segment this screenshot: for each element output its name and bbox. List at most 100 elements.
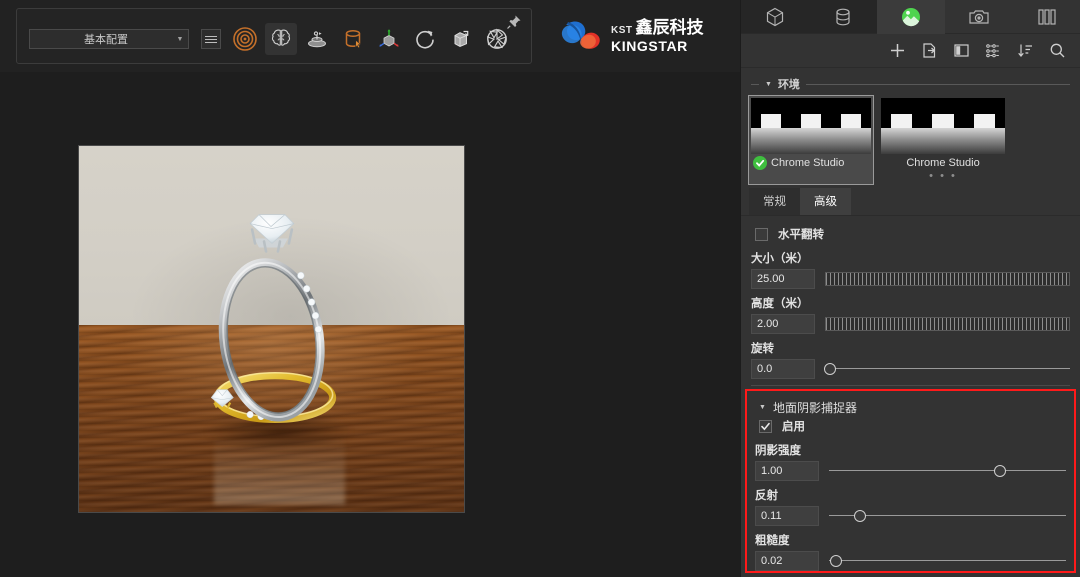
caret-down-icon[interactable]: ▼ <box>759 404 766 411</box>
rotation-input[interactable]: 0.0 <box>751 359 815 379</box>
properties-panel: ▼ 环境 Chrome Studio <box>740 0 1080 577</box>
list-line <box>205 39 217 40</box>
height-tick-slider[interactable] <box>825 317 1070 331</box>
list-line <box>205 36 217 37</box>
shadow-intensity-label: 阴影强度 <box>755 442 1066 458</box>
silver-ring-gem <box>250 215 294 252</box>
check-icon <box>753 156 767 170</box>
grid-list-icon[interactable] <box>984 42 1002 60</box>
roughness-property: 粗糙度 0.02 <box>755 532 1066 571</box>
search-icon[interactable] <box>1048 42 1066 60</box>
brand-chinese: 鑫辰科技 <box>636 20 704 37</box>
size-input[interactable]: 25.00 <box>751 269 815 289</box>
caret-down-icon[interactable]: ▼ <box>765 81 772 88</box>
shadow-intensity-control: 1.00 <box>755 461 1066 481</box>
size-property: 大小（米） 25.00 <box>751 250 1070 289</box>
axis-gizmo-icon[interactable] <box>373 23 405 55</box>
horizontal-flip-row[interactable]: 水平翻转 <box>751 224 1070 250</box>
gold-ring-gem <box>211 390 233 408</box>
refresh-icon[interactable] <box>409 23 441 55</box>
shadow-enable-checkbox[interactable] <box>759 420 772 433</box>
size-tick-slider[interactable] <box>825 272 1070 286</box>
sub-tab-general[interactable]: 常规 <box>749 188 800 215</box>
brand-kst: KST <box>611 26 633 36</box>
slider-track <box>829 470 1066 471</box>
tab-environment[interactable] <box>877 0 945 34</box>
rotation-control: 0.0 <box>751 359 1070 379</box>
tab-camera[interactable] <box>945 0 1013 34</box>
size-label: 大小（米） <box>751 250 1070 266</box>
roughness-slider[interactable] <box>829 554 1066 568</box>
material-cylinder-icon <box>832 6 854 28</box>
shadow-intensity-slider[interactable] <box>829 464 1066 478</box>
slider-knob[interactable] <box>824 363 836 375</box>
add-icon[interactable] <box>888 42 906 60</box>
cube-icon <box>764 6 786 28</box>
main-area: 基本配置 ▼ <box>0 0 740 577</box>
render-viewport[interactable] <box>0 72 740 577</box>
slider-track <box>829 560 1066 561</box>
kingstar-logo-icon <box>560 13 606 59</box>
environment-card-selected[interactable]: Chrome Studio <box>749 96 873 184</box>
brand-text: KST 鑫辰科技 KINGSTAR <box>611 20 704 53</box>
advanced-properties: 水平翻转 大小（米） 25.00 高度（米） 2.00 旋转 0.0 <box>741 216 1080 379</box>
list-icon[interactable] <box>201 29 221 49</box>
lighting-puck-icon[interactable] <box>301 23 333 55</box>
sort-descending-icon[interactable] <box>1016 42 1034 60</box>
brand-logo: KST 鑫辰科技 KINGSTAR <box>560 8 730 64</box>
reflection-input[interactable]: 0.11 <box>755 506 819 526</box>
brand-english: KINGSTAR <box>611 39 704 53</box>
environment-icon <box>900 6 922 28</box>
material-cylinder-icon[interactable] <box>337 23 369 55</box>
pin-icon[interactable] <box>505 13 523 31</box>
split-panel-icon[interactable] <box>952 42 970 60</box>
tab-model[interactable] <box>741 0 809 34</box>
application-window: 基本配置 ▼ <box>0 0 1080 577</box>
rotation-property: 旋转 0.0 <box>751 340 1070 379</box>
preset-select-label: 基本配置 <box>30 31 172 47</box>
shadow-catcher-section: ▼ 地面阴影捕捉器 启用 阴影强度 1.00 <box>747 391 1074 571</box>
shadow-intensity-property: 阴影强度 1.00 <box>755 442 1066 481</box>
overflow-dots[interactable]: • • • <box>881 172 1005 182</box>
export-icon[interactable] <box>920 42 938 60</box>
shadow-intensity-input[interactable]: 1.00 <box>755 461 819 481</box>
rotation-label: 旋转 <box>751 340 1070 356</box>
hdri-lights <box>751 114 871 129</box>
rotation-slider[interactable] <box>825 362 1070 376</box>
height-input[interactable]: 2.00 <box>751 314 815 334</box>
horizontal-flip-checkbox[interactable] <box>755 228 768 241</box>
preset-select[interactable]: 基本配置 ▼ <box>29 29 189 49</box>
environment-thumbnail <box>751 98 871 154</box>
environment-section-title: 环境 <box>778 76 800 92</box>
chevron-down-icon: ▼ <box>172 36 188 43</box>
tab-materials[interactable] <box>809 0 877 34</box>
slider-knob[interactable] <box>994 465 1006 477</box>
shadow-enable-row[interactable]: 启用 <box>755 416 1066 442</box>
environment-card[interactable]: Chrome Studio • • • <box>881 98 1005 182</box>
section-rule <box>806 84 1070 85</box>
target-rings-icon[interactable] <box>229 23 261 55</box>
toolbar-panel: 基本配置 ▼ <box>16 8 532 64</box>
reflection-control: 0.11 <box>755 506 1066 526</box>
hdri-floor <box>751 128 871 154</box>
slider-knob[interactable] <box>854 510 866 522</box>
slider-track <box>825 368 1070 369</box>
environment-section-header: ▼ 环境 <box>741 68 1080 96</box>
height-label: 高度（米） <box>751 295 1070 311</box>
tab-library[interactable] <box>1013 0 1080 34</box>
camera-icon <box>967 6 991 28</box>
sub-tab-advanced[interactable]: 高级 <box>800 188 851 215</box>
slider-knob[interactable] <box>830 555 842 567</box>
brain-icon[interactable] <box>265 23 297 55</box>
reflection-property: 反射 0.11 <box>755 487 1066 526</box>
reflection-slider[interactable] <box>829 509 1066 523</box>
export-cube-icon[interactable] <box>445 23 477 55</box>
roughness-input[interactable]: 0.02 <box>755 551 819 571</box>
roughness-control: 0.02 <box>755 551 1066 571</box>
shadow-enable-label: 启用 <box>782 418 805 434</box>
environment-name: Chrome Studio <box>906 157 979 169</box>
horizontal-flip-label: 水平翻转 <box>778 226 824 242</box>
reflection-label: 反射 <box>755 487 1066 503</box>
hdri-floor <box>881 128 1005 154</box>
section-divider <box>751 385 1070 386</box>
